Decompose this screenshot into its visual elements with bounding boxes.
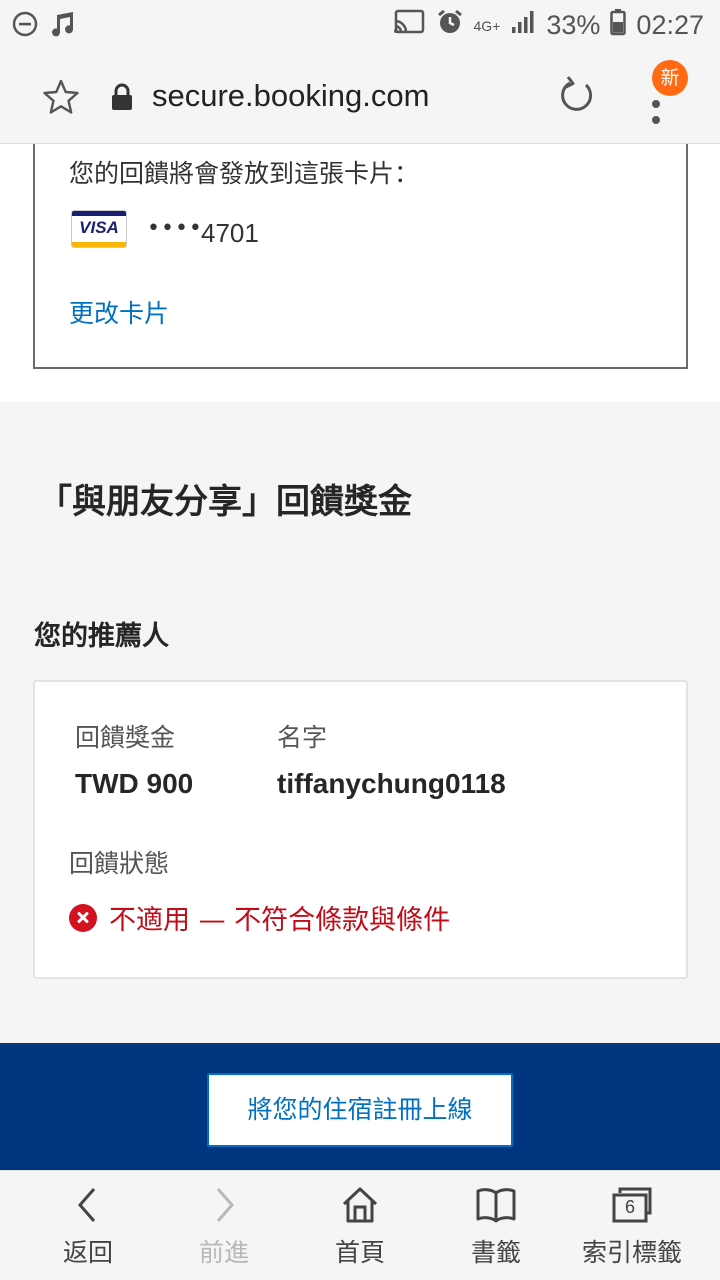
share-reward-title: 「與朋友分享」回饋獎金 [38, 482, 412, 522]
referrer-heading: 您的推薦人 [34, 621, 169, 652]
referrer-card: 回饋獎金 名字 TWD 900 tiffanychung0118 回饋狀態 不適… [33, 680, 688, 979]
card-last-four: 4701 [201, 218, 259, 248]
clock: 02:27 [636, 10, 704, 40]
card-section-background: 您的回饋將會發放到這張卡片： VISA •••• 4701 更改卡片 [0, 144, 720, 402]
visa-logo: VISA [71, 210, 127, 248]
nav-tabs[interactable]: 6 索引標籤 [560, 1171, 704, 1280]
payout-card-box: 您的回饋將會發放到這張卡片： VISA •••• 4701 更改卡片 [33, 144, 688, 369]
nav-bookmarks-label: 書籤 [470, 1238, 521, 1267]
reward-status: 不適用 — 不符合條款與條件 [69, 898, 450, 937]
reward-status-text: 不適用 — 不符合條款與條件 [109, 905, 451, 936]
error-x-icon [69, 903, 97, 932]
nav-bookmarks[interactable]: 書籤 [424, 1171, 568, 1280]
tabs-icon: 6 [610, 1185, 654, 1225]
forward-arrow-icon [204, 1185, 244, 1225]
nav-home-label: 首頁 [334, 1238, 385, 1267]
reward-status-label: 回饋狀態 [69, 849, 170, 878]
nav-forward-label: 前進 [198, 1238, 249, 1267]
change-card-link[interactable]: 更改卡片 [69, 294, 169, 330]
battery-percent: 33% [546, 10, 601, 40]
alarm-icon [436, 8, 464, 43]
nav-home[interactable]: 首頁 [288, 1171, 432, 1280]
browser-bottom-nav: 返回 前進 首頁 書籤 6 索引標籤 [0, 1170, 720, 1280]
nav-back-label: 返回 [62, 1238, 113, 1267]
cast-icon [392, 8, 426, 43]
reward-label: 回饋獎金 [75, 723, 176, 752]
signal-strength-icon [510, 9, 536, 42]
bookmarks-book-icon [475, 1185, 517, 1225]
status-bar: 4G+ 33% 02:27 [0, 0, 720, 52]
back-arrow-icon [68, 1185, 108, 1225]
list-property-banner: 將您的住宿註冊上線 [0, 1043, 720, 1170]
list-property-button[interactable]: 將您的住宿註冊上線 [207, 1073, 513, 1147]
tab-count: 6 [624, 1197, 635, 1217]
name-label: 名字 [277, 723, 328, 752]
network-type-label: 4G+ [473, 17, 501, 34]
new-badge: 新 [652, 60, 688, 96]
lock-icon [110, 82, 134, 116]
card-brand: VISA [79, 218, 119, 237]
nav-back[interactable]: 返回 [16, 1171, 160, 1280]
browser-address-bar: secure.booking.com [0, 52, 720, 144]
referrer-name: tiffanychung0118 [277, 768, 506, 799]
reload-icon[interactable] [556, 76, 596, 120]
card-mask-dots: •••• [147, 216, 203, 241]
payout-card-heading: 您的回饋將會發放到這張卡片： [69, 159, 420, 188]
page-content: 您的回饋將會發放到這張卡片： VISA •••• 4701 更改卡片 「與朋友分… [0, 144, 720, 1170]
reward-value: TWD 900 [75, 768, 194, 799]
music-note-icon [48, 10, 76, 42]
bookmark-star-icon[interactable] [42, 78, 80, 120]
battery-icon [610, 8, 627, 43]
nav-forward[interactable]: 前進 [152, 1171, 296, 1280]
home-icon [340, 1185, 380, 1225]
url-text[interactable]: secure.booking.com [152, 78, 429, 114]
do-not-disturb-icon [12, 11, 38, 41]
nav-tabs-label: 索引標籤 [581, 1238, 682, 1267]
